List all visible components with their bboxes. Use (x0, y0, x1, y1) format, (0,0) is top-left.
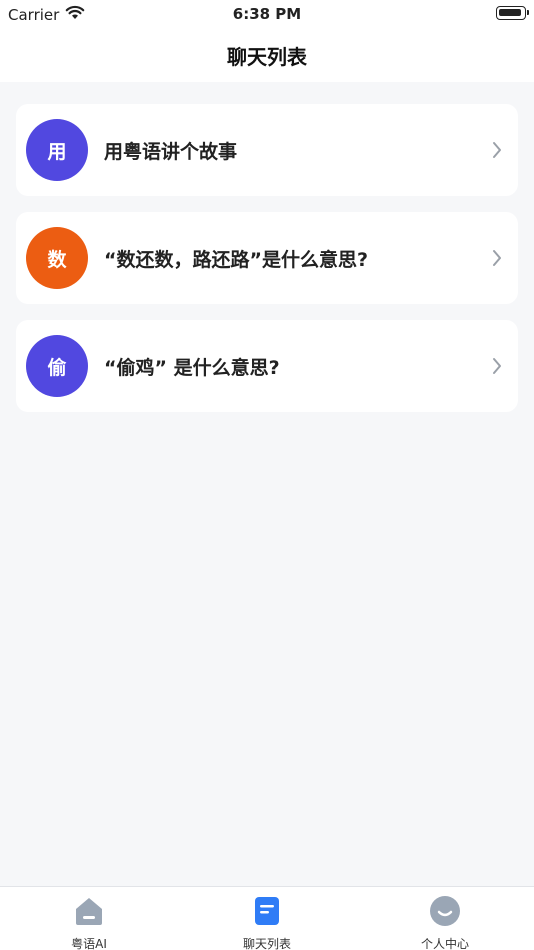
status-time: 6:38 PM (232, 5, 302, 23)
chat-avatar: 偷 (26, 335, 88, 397)
tab-bar: 粤语AI 聊天列表 个人中心 (0, 886, 534, 950)
chat-list-icon (207, 895, 327, 931)
tab-cantonese-ai[interactable]: 粤语AI (29, 895, 149, 950)
status-bar: Carrier 6:38 PM (0, 0, 534, 28)
avatar-text: 偷 (47, 356, 67, 379)
tab-label: 粤语AI (71, 937, 107, 950)
chevron-right-icon (492, 249, 502, 271)
tab-profile[interactable]: 个人中心 (385, 895, 505, 950)
chat-item[interactable]: 偷 “偷鸡” 是什么意思? (16, 320, 518, 412)
tab-chat-list[interactable]: 聊天列表 (207, 895, 327, 950)
tab-label: 个人中心 (420, 937, 469, 950)
chevron-right-icon (492, 141, 502, 163)
avatar-text: 用 (47, 140, 67, 163)
chat-item[interactable]: 数 “数还数，路还路”是什么意思? (16, 212, 518, 304)
navigation-bar: 聊天列表 (0, 28, 534, 82)
chat-title: “偷鸡” 是什么意思? (104, 356, 280, 379)
chat-item[interactable]: 用 用粤语讲个故事 (16, 104, 518, 196)
chat-list: 用 用粤语讲个故事 数 “数还数，路还路”是什么意思? 偷 “偷鸡” 是什么意思… (16, 104, 518, 428)
chat-title: 用粤语讲个故事 (104, 140, 238, 163)
battery-icon (496, 6, 529, 20)
chevron-right-icon (492, 357, 502, 379)
tab-label: 聊天列表 (242, 937, 291, 950)
home-icon (29, 895, 149, 931)
chat-avatar: 用 (26, 119, 88, 181)
chat-title: “数还数，路还路”是什么意思? (104, 248, 368, 271)
profile-icon (385, 895, 505, 931)
avatar-text: 数 (47, 248, 67, 271)
page-title: 聊天列表 (227, 44, 307, 69)
chat-avatar: 数 (26, 227, 88, 289)
